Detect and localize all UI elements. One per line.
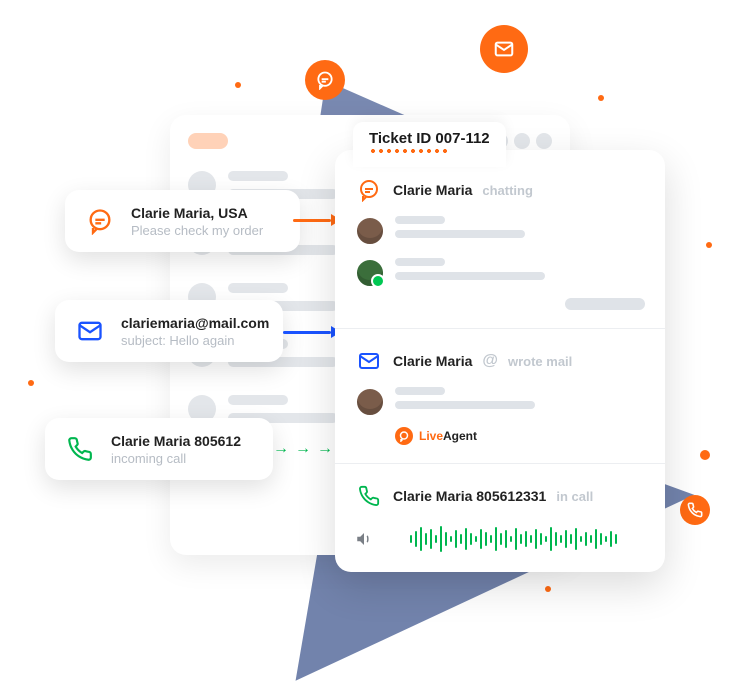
ticket-tab[interactable]: Ticket ID 007-112: [353, 122, 506, 167]
arrow-icon: [283, 326, 341, 338]
card-call[interactable]: Clarie Maria 805612 incoming call: [45, 418, 273, 480]
status-label: wrote mail: [508, 354, 572, 369]
contact-name: Clarie Maria 805612331: [393, 488, 546, 504]
ticket-section-chat: Clarie Maria chatting: [335, 150, 665, 329]
phone-icon: [63, 432, 97, 466]
card-title: clariemaria@mail.com: [121, 315, 269, 331]
chat-icon: [83, 204, 117, 238]
mail-icon: [355, 347, 383, 375]
card-chat[interactable]: Clarie Maria, USA Please check my order: [65, 190, 300, 252]
phone-icon: [355, 482, 383, 510]
contact-name: Clarie Maria: [393, 182, 472, 198]
avatar: [355, 258, 385, 288]
ticket-panel: Ticket ID 007-112 Clarie Maria chatting: [335, 150, 665, 572]
chat-icon: [395, 427, 413, 445]
chat-icon: [355, 176, 383, 204]
mail-icon: [73, 314, 107, 348]
decor-dot: [706, 242, 712, 248]
waveform: [383, 524, 645, 554]
underline-decor: [369, 149, 449, 153]
decor-dot: [700, 450, 710, 460]
decor-dot: [28, 380, 34, 386]
decor-dot: [235, 82, 241, 88]
status-label: chatting: [482, 183, 533, 198]
card-subtitle: subject: Hello again: [121, 333, 269, 348]
speaker-icon[interactable]: [355, 530, 373, 548]
phone-icon: [680, 495, 710, 525]
avatar: [355, 387, 385, 417]
card-subtitle: Please check my order: [131, 223, 263, 238]
contact-name: Clarie Maria: [393, 353, 472, 369]
avatar: [355, 216, 385, 246]
ticket-section-mail: Clarie Maria @ wrote mail LiveAgent: [335, 329, 665, 464]
window-logo-placeholder: [188, 133, 228, 149]
card-title: Clarie Maria, USA: [131, 205, 263, 221]
liveagent-brand: LiveAgent: [395, 427, 645, 445]
card-title: Clarie Maria 805612: [111, 433, 241, 449]
mail-icon: [480, 25, 528, 73]
card-mail[interactable]: clariemaria@mail.com subject: Hello agai…: [55, 300, 283, 362]
ticket-section-call: Clarie Maria 805612331 in call: [335, 464, 665, 572]
at-icon: @: [482, 352, 498, 370]
status-label: in call: [556, 489, 593, 504]
ticket-title: Ticket ID 007-112: [369, 130, 490, 147]
decor-dot: [598, 95, 604, 101]
arrow-icon: [293, 214, 341, 226]
card-subtitle: incoming call: [111, 451, 241, 466]
decor-dot: [545, 586, 551, 592]
chat-icon: [305, 60, 345, 100]
